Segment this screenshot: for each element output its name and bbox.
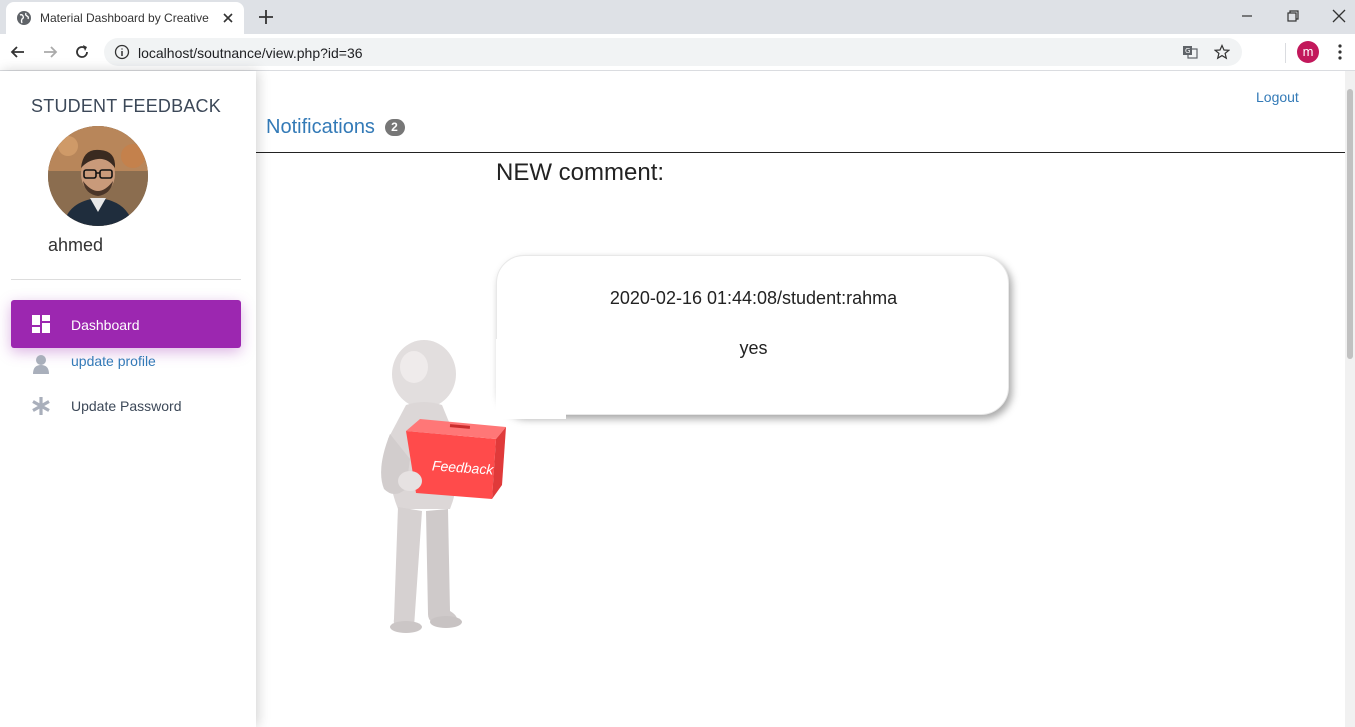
reload-icon[interactable] (72, 42, 92, 62)
main-content: Logout Notifications 2 NEW comment: 2020… (256, 71, 1345, 727)
sidebar-item-dashboard[interactable]: Dashboard (11, 300, 241, 348)
person-icon (33, 355, 49, 374)
forward-icon[interactable] (40, 42, 60, 62)
comment-heading: NEW comment: (496, 159, 665, 186)
browser-tab-bar: Material Dashboard by Creative T (0, 0, 1355, 34)
minimize-icon[interactable] (1238, 7, 1256, 25)
brand-title[interactable]: STUDENT FEEDBACK (0, 96, 252, 117)
tab-title: Material Dashboard by Creative T (40, 11, 212, 25)
info-icon[interactable] (114, 44, 130, 60)
scrollbar-thumb[interactable] (1347, 89, 1353, 359)
page-scrollbar[interactable] (1345, 71, 1355, 727)
feedback-illustration: Feedback (381, 339, 566, 633)
sidebar-item-label: Dashboard (71, 317, 140, 333)
globe-icon (17, 11, 31, 25)
profile-avatar[interactable]: m (1297, 41, 1319, 63)
sidebar-item-label: update profile (71, 353, 156, 369)
browser-tab[interactable]: Material Dashboard by Creative T (6, 2, 244, 34)
close-tab-icon[interactable] (220, 10, 236, 26)
comment-card: 2020-02-16 01:44:08/student:rahma yes (496, 255, 1009, 415)
dashboard-icon (32, 315, 50, 333)
username: ahmed (48, 235, 104, 255)
user-avatar (48, 126, 148, 226)
sidebar-item-update-password[interactable]: Update Password (11, 382, 241, 430)
sidebar-divider (11, 279, 241, 280)
comment-body: yes (739, 338, 768, 358)
notifications-label: Notifications (266, 116, 375, 138)
logout-link[interactable]: Logout (1256, 89, 1299, 105)
star-icon[interactable] (1214, 44, 1230, 60)
toolbar-divider (1285, 43, 1286, 63)
notifications-badge: 2 (384, 119, 405, 136)
notifications-link[interactable]: Notifications 2 (266, 116, 405, 139)
address-bar[interactable]: localhost/soutnance/view.php?id=36 G (104, 38, 1242, 66)
top-navbar: Logout Notifications 2 (256, 71, 1345, 153)
url-text[interactable]: localhost/soutnance/view.php?id=36 (138, 45, 363, 61)
restore-icon[interactable] (1284, 7, 1302, 25)
sidebar-item-label: Update Password (71, 398, 182, 414)
translate-icon[interactable]: G (1182, 44, 1198, 60)
close-window-icon[interactable] (1330, 7, 1348, 25)
kebab-menu-icon[interactable] (1330, 42, 1350, 62)
sidebar: STUDENT FEEDBACK ahmed Dashboard update … (0, 71, 256, 727)
browser-toolbar: localhost/soutnance/view.php?id=36 G m (0, 34, 1355, 71)
asterisk-icon (32, 397, 50, 415)
svg-text:G: G (1185, 47, 1190, 55)
comment-meta: 2020-02-16 01:44:08/student:rahma (609, 288, 898, 308)
back-icon[interactable] (8, 42, 28, 62)
new-tab-icon[interactable] (256, 7, 276, 27)
